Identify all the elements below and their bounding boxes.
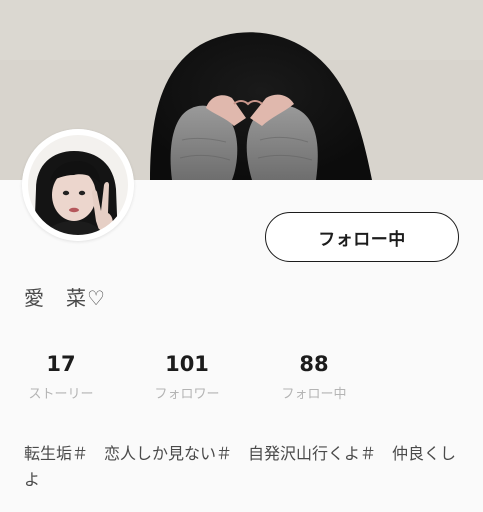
stat-following[interactable]: 88 フォロー中 — [259, 350, 369, 404]
following-button[interactable]: フォロー中 — [265, 212, 459, 262]
avatar-image — [22, 129, 134, 241]
avatar[interactable] — [22, 129, 134, 241]
stories-label: ストーリー — [28, 387, 94, 402]
profile-name: 愛 菜♡ — [24, 286, 106, 310]
following-label: フォロー中 — [281, 387, 347, 402]
stories-count: 17 — [46, 352, 76, 376]
followers-label: フォロワー — [154, 387, 220, 402]
stat-stories[interactable]: 17 ストーリー — [6, 350, 116, 404]
profile-bio: 転生垢＃ 恋人しか見ない＃ 自発沢山行くよ＃ 仲良くしよ — [24, 444, 457, 489]
followers-count: 101 — [165, 352, 209, 376]
following-count: 88 — [299, 352, 329, 376]
profile-page: フォロー中 愛 菜♡ 17 ストーリー 101 フォロワー 88 フォロー中 転… — [0, 0, 483, 512]
stat-followers[interactable]: 101 フォロワー — [132, 350, 242, 404]
